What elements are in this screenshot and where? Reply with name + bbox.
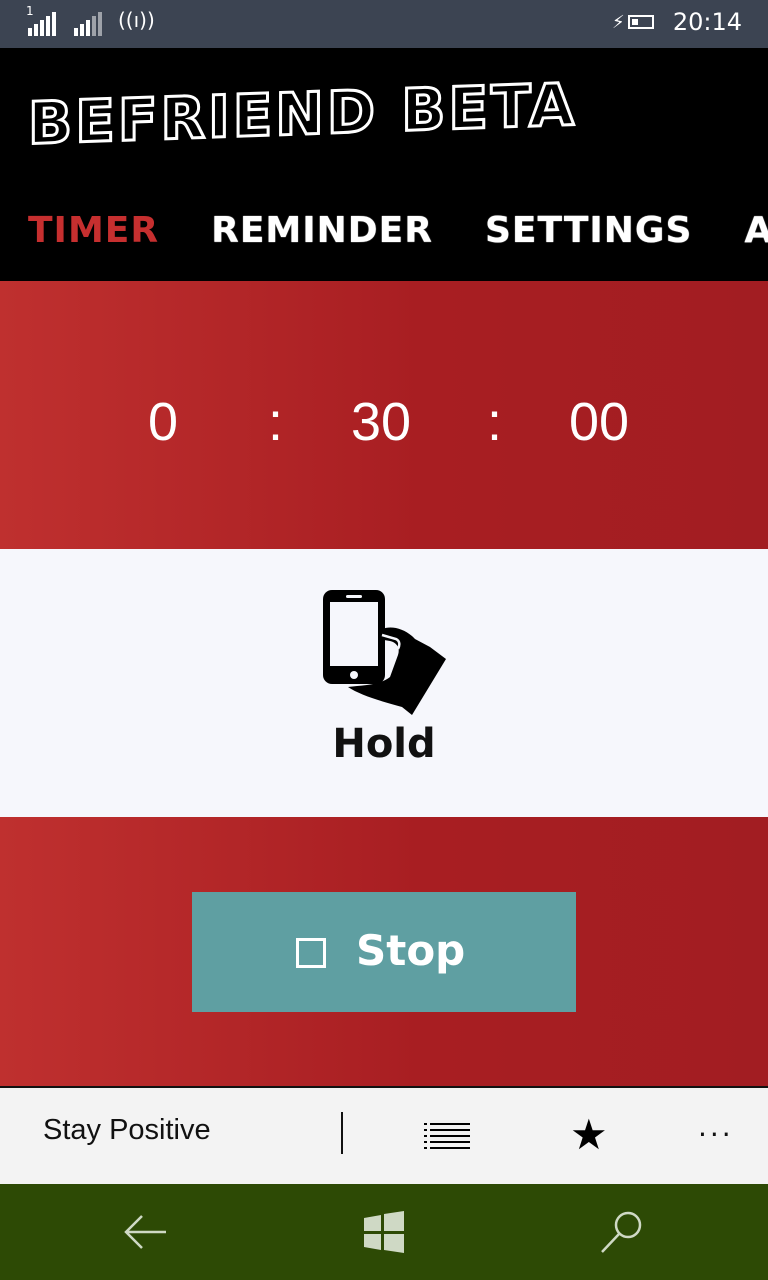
timer-display: 0 : 30 : 00 bbox=[0, 391, 768, 471]
stop-button-label: Stop bbox=[356, 926, 466, 975]
app-bar-divider bbox=[341, 1112, 343, 1154]
more-options-button[interactable]: ... bbox=[698, 1110, 734, 1143]
timer-separator: : bbox=[268, 392, 284, 452]
status-bar: 1 ((ı)) ⚡ 20:14 bbox=[0, 0, 768, 48]
clock: 20:14 bbox=[672, 8, 742, 36]
timer-seconds[interactable]: 00 bbox=[569, 391, 629, 453]
sim-1-label: 1 bbox=[26, 4, 34, 18]
app-title: BEFRIEND BETA bbox=[27, 69, 579, 159]
hold-label: Hold bbox=[332, 721, 436, 767]
tab-timer[interactable]: TIMER bbox=[28, 210, 159, 251]
stop-button[interactable]: Stop bbox=[192, 892, 576, 1012]
app-header: BEFRIEND BETA TIMER REMINDER SETTINGS ABO bbox=[0, 48, 768, 281]
tab-settings[interactable]: SETTINGS bbox=[485, 210, 692, 251]
pivot-tabs: TIMER REMINDER SETTINGS ABO bbox=[28, 210, 768, 251]
timer-hours[interactable]: 0 bbox=[148, 391, 178, 453]
windows-start-icon[interactable] bbox=[360, 1210, 408, 1254]
stop-square-icon bbox=[296, 938, 326, 968]
signal-strength-icon bbox=[74, 10, 104, 36]
search-icon[interactable] bbox=[598, 1210, 646, 1254]
navigation-bar bbox=[0, 1184, 768, 1280]
app-bar: Stay Positive ★ ... bbox=[0, 1086, 768, 1184]
tab-about[interactable]: ABO bbox=[744, 210, 768, 251]
tab-reminder[interactable]: REMINDER bbox=[211, 210, 433, 251]
battery-charging-icon: ⚡ bbox=[612, 14, 656, 32]
list-icon[interactable] bbox=[424, 1122, 470, 1150]
timer-minutes[interactable]: 30 bbox=[351, 391, 411, 453]
back-arrow-icon[interactable] bbox=[122, 1210, 170, 1254]
hold-panel[interactable]: Hold bbox=[0, 549, 768, 817]
timer-panel: 0 : 30 : 00 bbox=[0, 281, 768, 549]
stop-panel: Stop bbox=[0, 817, 768, 1086]
signal-strength-icon: 1 bbox=[26, 4, 58, 36]
quote-text[interactable]: Stay Positive bbox=[43, 1114, 211, 1147]
wifi-icon: ((ı)) bbox=[118, 8, 155, 32]
timer-separator: : bbox=[487, 392, 503, 452]
hand-holding-phone-icon bbox=[323, 590, 446, 715]
star-icon[interactable]: ★ bbox=[570, 1114, 608, 1156]
